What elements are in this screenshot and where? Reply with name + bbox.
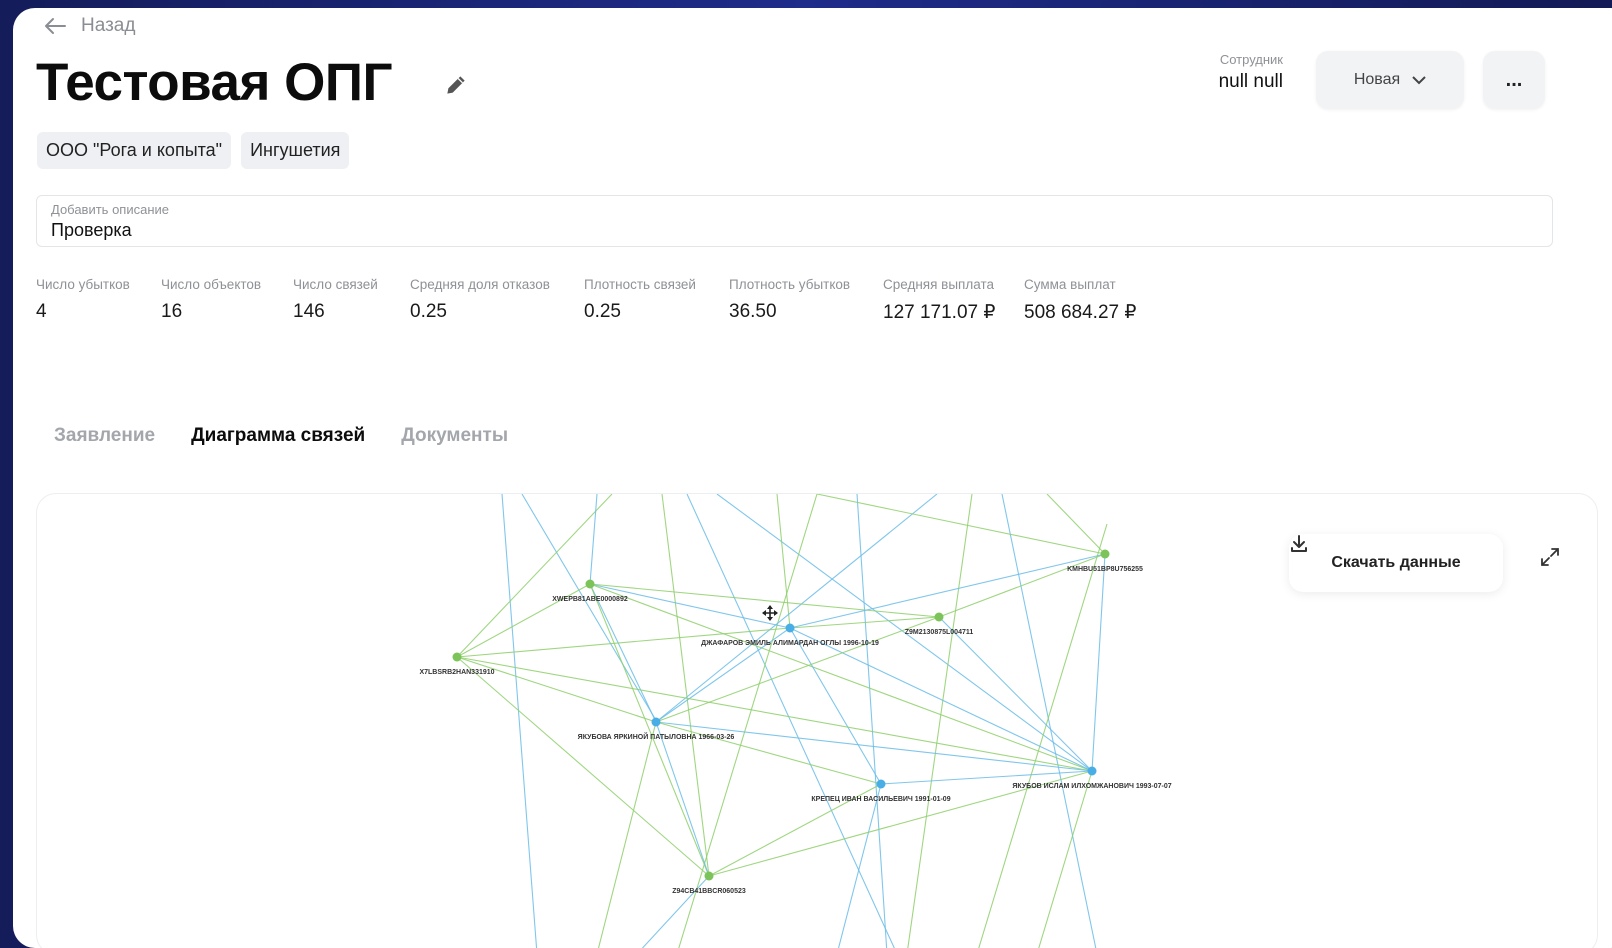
stat-value: 146 xyxy=(293,301,325,322)
graph-edge xyxy=(521,494,658,723)
back-label: Назад xyxy=(81,15,136,36)
graph-edge xyxy=(837,783,882,948)
graph-edge xyxy=(456,583,591,658)
status-label: Новая xyxy=(1353,71,1401,88)
graph-node-label: X7LBSRB2HAN331910 xyxy=(419,669,494,676)
graph-edge xyxy=(776,494,791,629)
graph-edge xyxy=(678,494,818,948)
graph-node[interactable] xyxy=(651,717,661,727)
stat-label: Средняя доля отказов xyxy=(410,277,550,292)
stat-value: 0.25 xyxy=(584,301,621,322)
stat-value: 4 xyxy=(36,301,47,322)
graph-edge xyxy=(501,494,538,948)
graph-edge xyxy=(1046,494,1106,555)
stat-label: Средняя выплата xyxy=(883,277,994,292)
description-placeholder: Добавить описание xyxy=(51,202,169,217)
chevron-down-icon xyxy=(1412,76,1426,85)
stat-value: 36.50 xyxy=(729,301,777,322)
tab-bar: Заявление Диаграмма связей Документы xyxy=(54,425,508,447)
graph-edge xyxy=(938,553,1106,618)
graph-edge xyxy=(655,616,940,723)
stat-label: Число объектов xyxy=(161,277,262,292)
graph-edge xyxy=(789,627,1093,772)
stat-label: Число связей xyxy=(293,277,378,292)
graph-node[interactable] xyxy=(785,623,795,633)
stat-value: 508 684.27 ₽ xyxy=(1024,302,1137,323)
description-field[interactable]: Добавить описание Проверка xyxy=(36,195,1553,247)
graph-node[interactable] xyxy=(1100,549,1110,559)
stat-refusal-share: Средняя доля отказов 0.25 xyxy=(410,277,584,324)
graph-node-label: KMHBU51BP8U756255 xyxy=(1067,566,1143,573)
stat-value: 16 xyxy=(161,301,183,322)
graph-node-label: ЯКУБОВА ЯРКИНОЙ ПАТЫЛОВНА 1966-03-26 xyxy=(578,732,735,741)
stat-value: 0.25 xyxy=(410,301,447,322)
graph-node[interactable] xyxy=(934,612,944,622)
graph-edge xyxy=(655,721,882,785)
graph-node[interactable] xyxy=(1087,766,1097,776)
employee-label: Сотрудник xyxy=(1219,52,1283,67)
graph-edge xyxy=(856,494,888,948)
stat-avg-payout: Средняя выплата 127 171.07 ₽ xyxy=(883,277,1024,324)
expand-icon[interactable] xyxy=(1539,546,1573,580)
download-icon xyxy=(1291,535,1307,552)
graph-node-label: ДЖАФАРОВ ЭМИЛЬ АЛИМАРДАН ОГЛЫ 1996-10-19 xyxy=(701,640,879,647)
graph-edge xyxy=(456,494,613,658)
stats-row: Число убытков 4 Число объектов 16 Число … xyxy=(36,277,1174,324)
graph-edge xyxy=(641,875,710,948)
stat-label: Плотность убытков xyxy=(729,277,851,292)
employee-value: null null xyxy=(1218,71,1283,92)
graph-edge xyxy=(597,721,657,948)
graph-edge xyxy=(456,656,657,723)
graph-node-label: Z94CB41BBCR060523 xyxy=(672,888,746,895)
employee-info: Сотрудник null null xyxy=(1183,52,1283,93)
description-value[interactable]: Проверка xyxy=(51,220,1538,241)
graph-node[interactable] xyxy=(876,779,886,789)
app-window: Назад Тестовая ОПГ ООО "Рога и копыта" И… xyxy=(13,8,1612,948)
download-data-button[interactable]: Скачать данные xyxy=(1289,534,1503,592)
pencil-icon[interactable] xyxy=(443,72,469,98)
graph-edge xyxy=(1091,553,1106,772)
graph-edge xyxy=(686,494,895,948)
graph-edge xyxy=(589,494,598,585)
region-tag: Ингушетия xyxy=(241,132,350,169)
tab-link-diagram[interactable]: Диаграмма связей xyxy=(191,425,365,447)
download-label: Скачать данные xyxy=(1331,554,1461,571)
stat-links: Число связей 146 xyxy=(293,277,410,324)
stat-total-payout: Сумма выплат 508 684.27 ₽ xyxy=(1024,277,1174,324)
tab-documents[interactable]: Документы xyxy=(401,425,508,447)
graph-node-label: КРЕПЕЦ ИВАН ВАСИЛЬЕВИЧ 1991-01-09 xyxy=(811,796,950,803)
stat-losses: Число убытков 4 xyxy=(36,277,161,324)
stat-loss-density: Плотность убытков 36.50 xyxy=(729,277,883,324)
page-title: Тестовая ОПГ xyxy=(36,53,393,112)
company-tag: ООО "Рога и копыта" xyxy=(37,132,232,169)
move-cursor-icon xyxy=(762,605,778,621)
graph-edge xyxy=(456,656,1093,772)
stat-value: 127 171.07 ₽ xyxy=(883,302,996,323)
stat-link-density: Плотность связей 0.25 xyxy=(584,277,729,324)
stat-objects: Число объектов 16 xyxy=(161,277,293,324)
graph-node[interactable] xyxy=(585,579,595,589)
stat-label: Сумма выплат xyxy=(1024,277,1116,292)
graph-node[interactable] xyxy=(452,652,462,662)
status-dropdown[interactable]: Новая xyxy=(1316,51,1464,109)
graph-node-label: XWEPB81ABE0000892 xyxy=(552,596,628,603)
link-diagram[interactable]: XWEPB81ABE0000892 KMHBU51BP8U756255 ДЖАФАР… xyxy=(36,493,1598,948)
tag-list: ООО "Рога и копыта" Ингушетия xyxy=(37,132,350,169)
graph-edge xyxy=(789,553,1106,629)
tab-statement[interactable]: Заявление xyxy=(54,425,155,447)
graph-node-label: ЯКУБОВ ИСЛАМ ИЛХОМЖАНОВИЧ 1993-07-07 xyxy=(1012,783,1171,790)
graph-node-label: Z9M2130875L004711 xyxy=(905,629,974,636)
more-button[interactable]: ... xyxy=(1483,51,1545,109)
graph-edge xyxy=(907,494,973,948)
stat-label: Плотность связей xyxy=(584,277,696,292)
back-link[interactable]: Назад xyxy=(43,15,135,37)
graph-node[interactable] xyxy=(704,871,714,881)
arrow-left-icon xyxy=(45,18,66,34)
stat-label: Число убытков xyxy=(36,277,130,292)
